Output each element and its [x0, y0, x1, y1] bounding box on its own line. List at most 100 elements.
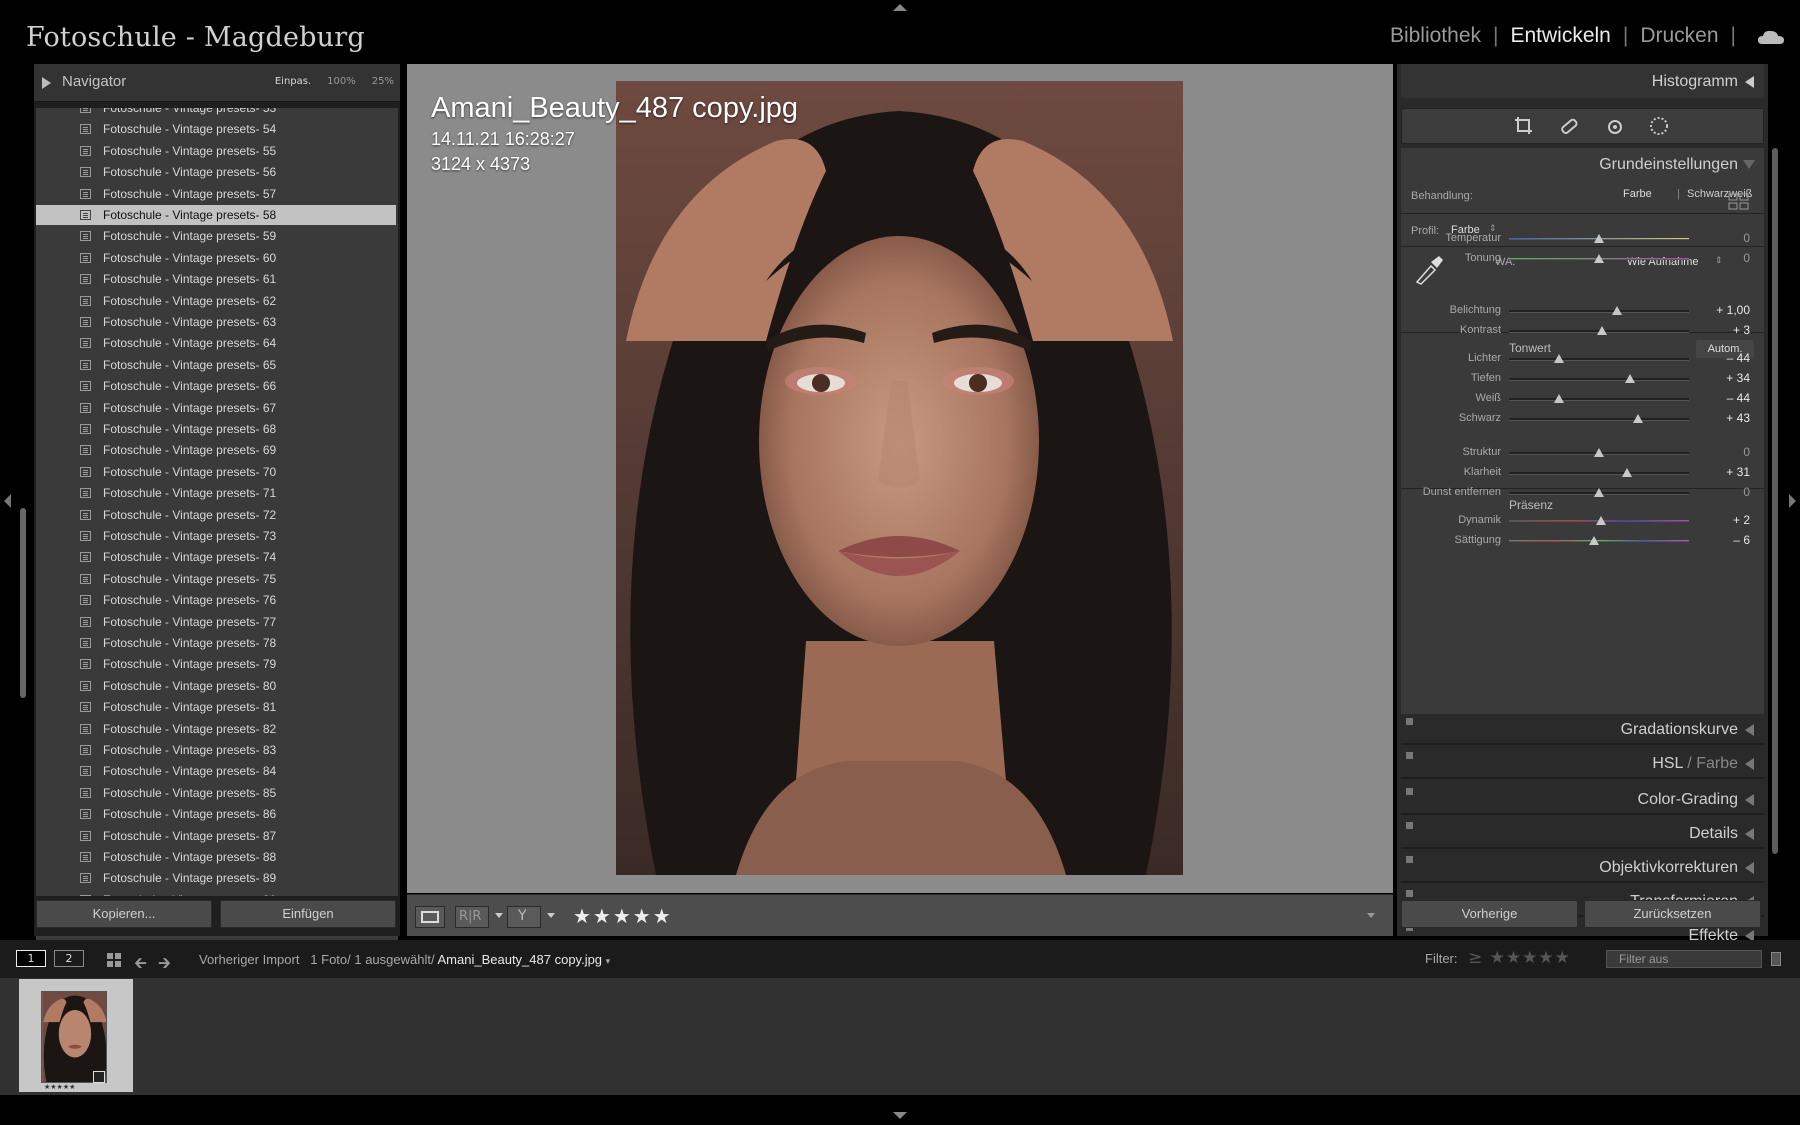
navigator-header[interactable]: Navigator Einpas. 100% 25% — [34, 64, 400, 102]
preset-item[interactable]: Fotoschule - Vintage presets- 61 — [36, 269, 396, 289]
collapse-right-panel-icon[interactable] — [1789, 494, 1796, 508]
preset-item[interactable]: Fotoschule - Vintage presets- 64 — [36, 333, 396, 353]
develop-settings-badge-icon[interactable] — [93, 1071, 105, 1083]
treatment-color-option[interactable]: Farbe — [1623, 188, 1652, 200]
lens-corrections-panel[interactable]: Objektivkorrekturen — [1401, 853, 1764, 883]
slider-value-dynamik[interactable]: + 2 — [1690, 513, 1750, 527]
panel-toggle-icon[interactable] — [1406, 718, 1413, 725]
preset-item[interactable]: Fotoschule - Vintage presets- 60 — [36, 248, 396, 268]
hsl-tab[interactable]: HSL — [1652, 755, 1683, 772]
histogram-header[interactable]: Histogramm — [1401, 64, 1764, 98]
loupe-view-button[interactable] — [415, 906, 445, 928]
zoom-25[interactable]: 25% — [372, 76, 394, 87]
soft-proof-dropdown-icon[interactable] — [547, 913, 555, 918]
preset-item[interactable]: Fotoschule - Vintage presets- 83 — [36, 740, 396, 760]
slider-thumb-kontrast[interactable] — [1596, 326, 1607, 335]
detail-panel[interactable]: Details — [1401, 819, 1764, 849]
slider-thumb-temperatur[interactable] — [1594, 234, 1604, 243]
slider-thumb-dynamik[interactable] — [1595, 516, 1606, 525]
slider-value-belichtung[interactable]: + 1,00 — [1690, 303, 1750, 317]
collapse-bottom-panel-icon[interactable] — [893, 1112, 907, 1119]
preset-item[interactable]: Fotoschule - Vintage presets- 66 — [36, 376, 396, 396]
preset-item[interactable]: Fotoschule - Vintage presets- 62 — [36, 291, 396, 311]
slider-thumb-klarheit[interactable] — [1621, 468, 1632, 477]
preset-item[interactable]: Fotoschule - Vintage presets- 89 — [36, 868, 396, 888]
expand-triangle-icon[interactable] — [42, 77, 51, 89]
back-arrow-icon[interactable]: 🡰 — [134, 952, 147, 979]
module-library[interactable]: Bibliothek — [1378, 24, 1493, 48]
expand-triangle-icon[interactable] — [1745, 794, 1754, 806]
slider-value-lichter[interactable]: – 44 — [1690, 351, 1750, 365]
preset-item[interactable]: Fotoschule - Vintage presets- 85 — [36, 783, 396, 803]
filter-lock-icon[interactable] — [1771, 952, 1781, 966]
basic-panel-header[interactable]: Grundeinstellungen — [1401, 148, 1764, 180]
collapse-top-panel-icon[interactable] — [893, 4, 907, 11]
slider-value-struktur[interactable]: 0 — [1690, 445, 1750, 459]
preset-item[interactable]: Fotoschule - Vintage presets- 58 — [36, 205, 396, 225]
slider-thumb-schwarz[interactable] — [1632, 414, 1643, 423]
slider-value-kontrast[interactable]: + 3 — [1690, 323, 1750, 337]
preset-item[interactable]: Fotoschule - Vintage presets- 57 — [36, 184, 396, 204]
paste-button[interactable]: Einfügen — [220, 900, 396, 928]
panel-toggle-icon[interactable] — [1406, 822, 1413, 829]
slider-value-saettigung[interactable]: – 6 — [1690, 533, 1750, 547]
filmstrip-thumbnail[interactable]: ★★★★★ — [19, 979, 133, 1092]
expand-triangle-icon[interactable] — [1745, 724, 1754, 736]
red-eye-icon[interactable] — [1603, 115, 1625, 137]
preset-item[interactable]: Fotoschule - Vintage presets- 67 — [36, 398, 396, 418]
slider-value-temperatur[interactable]: 0 — [1690, 231, 1750, 245]
preset-item[interactable]: Fotoschule - Vintage presets- 75 — [36, 569, 396, 589]
expand-triangle-icon[interactable] — [1745, 862, 1754, 874]
toolbar-options-dropdown-icon[interactable] — [1367, 913, 1375, 918]
preset-item[interactable]: Fotoschule - Vintage presets- 88 — [36, 847, 396, 867]
preset-item[interactable]: Fotoschule - Vintage presets- 53 — [36, 108, 396, 118]
filter-preset-select[interactable]: Filter aus — [1606, 950, 1762, 968]
expand-triangle-icon[interactable] — [1745, 758, 1754, 770]
slider-value-klarheit[interactable]: + 31 — [1690, 465, 1750, 479]
color-tab[interactable]: Farbe — [1696, 755, 1738, 772]
filmstrip-source[interactable]: Vorheriger Import 1 Foto/ 1 ausgewählt/ … — [199, 952, 610, 967]
right-panel-scrollbar[interactable] — [1772, 148, 1778, 854]
preset-item[interactable]: Fotoschule - Vintage presets- 73 — [36, 526, 396, 546]
preset-item[interactable]: Fotoschule - Vintage presets- 76 — [36, 590, 396, 610]
slider-value-schwarz[interactable]: + 43 — [1690, 411, 1750, 425]
module-print[interactable]: Drucken — [1628, 24, 1730, 48]
slider-thumb-struktur[interactable] — [1594, 448, 1604, 457]
before-after-button[interactable]: R|R — [455, 906, 489, 928]
slider-track-schwarz[interactable] — [1509, 418, 1689, 421]
cloud-sync-icon[interactable] — [1758, 30, 1784, 44]
module-develop[interactable]: Entwickeln — [1498, 24, 1622, 48]
preset-item[interactable]: Fotoschule - Vintage presets- 87 — [36, 826, 396, 846]
previous-button[interactable]: Vorherige — [1401, 900, 1578, 928]
slider-value-weiss[interactable]: – 44 — [1690, 391, 1750, 405]
preset-item[interactable]: Fotoschule - Vintage presets- 84 — [36, 761, 396, 781]
photo-preview[interactable] — [616, 81, 1183, 875]
slider-value-tonung[interactable]: 0 — [1690, 251, 1750, 265]
crop-icon[interactable] — [1513, 115, 1535, 137]
preset-item[interactable]: Fotoschule - Vintage presets- 69 — [36, 440, 396, 460]
filter-rating-stars[interactable]: ≥ ★★★★★ — [1468, 948, 1571, 968]
preset-item[interactable]: Fotoschule - Vintage presets- 71 — [36, 483, 396, 503]
slider-value-dunst[interactable]: 0 — [1690, 485, 1750, 499]
preset-item[interactable]: Fotoschule - Vintage presets- 59 — [36, 226, 396, 246]
masking-icon[interactable] — [1648, 115, 1670, 137]
slider-track-saettigung[interactable] — [1509, 540, 1689, 542]
before-after-dropdown-icon[interactable] — [495, 913, 503, 918]
soft-proof-button[interactable]: Y — [507, 906, 541, 928]
copy-button[interactable]: Kopieren... — [36, 900, 212, 928]
slider-track-weiss[interactable] — [1509, 398, 1689, 401]
collapse-left-panel-icon[interactable] — [4, 494, 11, 508]
panel-toggle-icon[interactable] — [1406, 788, 1413, 795]
preset-item[interactable]: Fotoschule - Vintage presets- 79 — [36, 654, 396, 674]
tone-curve-panel[interactable]: Gradationskurve — [1401, 715, 1764, 745]
preset-item[interactable]: Fotoschule - Vintage presets- 70 — [36, 462, 396, 482]
panel-toggle-icon[interactable] — [1406, 856, 1413, 863]
slider-thumb-saettigung[interactable] — [1588, 536, 1599, 545]
preset-item[interactable]: Fotoschule - Vintage presets- 65 — [36, 355, 396, 375]
slider-track-klarheit[interactable] — [1509, 472, 1689, 475]
slider-track-lichter[interactable] — [1509, 358, 1689, 361]
profile-browser-icon[interactable] — [1728, 193, 1750, 211]
zoom-100[interactable]: 100% — [327, 76, 356, 87]
secondary-window-button[interactable]: 2 — [54, 950, 84, 967]
hsl-panel[interactable]: HSL / Farbe — [1401, 749, 1764, 779]
